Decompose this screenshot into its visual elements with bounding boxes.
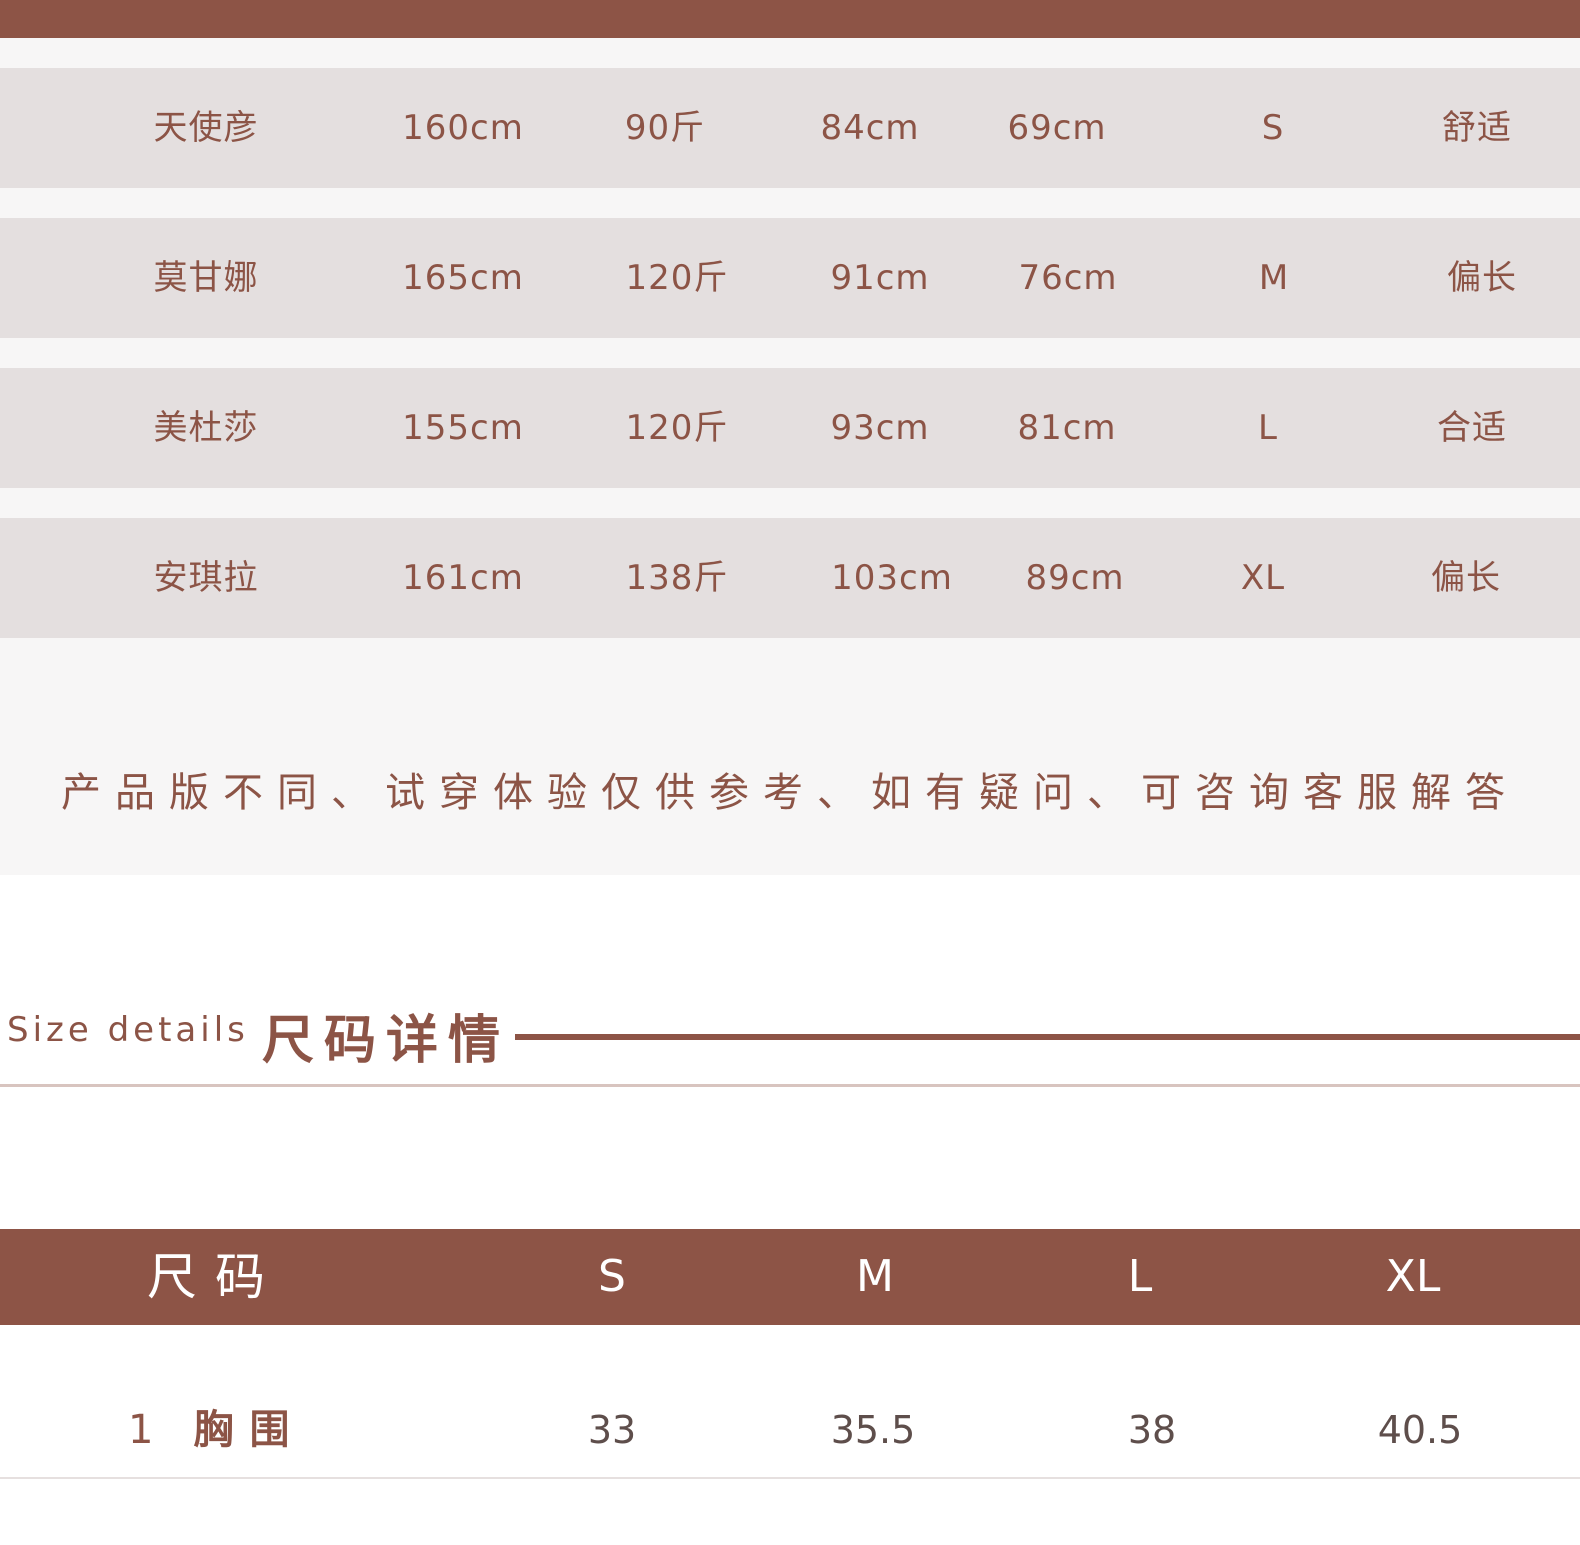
value-m: 35.5 (830, 1408, 916, 1452)
row-divider (0, 1477, 1580, 1479)
header-size-m: M (856, 1251, 894, 1302)
section-divider (0, 1084, 1580, 1087)
model-fit: 合适 (1437, 408, 1507, 448)
value-l: 38 (1127, 1408, 1177, 1452)
model-fit: 偏长 (1447, 258, 1517, 298)
table-row: 美杜莎 155cm 120斤 93cm 81cm L 合适 (0, 368, 1580, 488)
model-waist: 89cm (1025, 558, 1125, 598)
header-size-label: 尺码 (147, 1248, 283, 1306)
model-weight: 138斤 (625, 558, 729, 598)
table-row: 安琪拉 161cm 138斤 103cm 89cm XL 偏长 (0, 518, 1580, 638)
model-height: 161cm (402, 558, 524, 598)
header-size-xl: XL (1385, 1251, 1441, 1302)
model-height: 165cm (402, 258, 524, 298)
model-size: M (1258, 258, 1290, 298)
header-size-l: L (1127, 1251, 1153, 1302)
model-weight: 120斤 (625, 258, 729, 298)
measurement-index: 1 (128, 1407, 154, 1453)
value-s: 33 (587, 1408, 637, 1452)
model-weight: 90斤 (624, 108, 706, 148)
model-fit: 舒适 (1442, 108, 1512, 148)
model-size: XL (1240, 558, 1286, 598)
model-bust: 91cm (830, 258, 930, 298)
model-size: S (1261, 108, 1285, 148)
model-name: 安琪拉 (153, 558, 259, 598)
model-bust: 103cm (831, 558, 953, 598)
measurement-label: 1 胸围 (128, 1380, 305, 1480)
model-name: 莫甘娜 (153, 258, 259, 298)
model-waist: 76cm (1018, 258, 1118, 298)
size-details-title-en: Size details (7, 1010, 249, 1050)
title-divider (515, 1034, 1580, 1040)
model-size: L (1258, 408, 1278, 448)
size-table-header: 尺码 S M L XL (0, 1229, 1580, 1325)
model-name: 美杜莎 (153, 408, 259, 448)
top-accent-bar (0, 0, 1580, 38)
table-row: 莫甘娜 165cm 120斤 91cm 76cm M 偏长 (0, 218, 1580, 338)
model-waist: 81cm (1017, 408, 1117, 448)
value-xl: 40.5 (1377, 1408, 1463, 1452)
model-name: 天使彦 (153, 108, 259, 148)
measurement-name: 胸围 (193, 1407, 306, 1453)
model-weight: 120斤 (625, 408, 729, 448)
model-waist: 69cm (1007, 108, 1107, 148)
model-bust: 84cm (820, 108, 920, 148)
model-fit: 偏长 (1431, 558, 1501, 598)
header-size-s: S (598, 1251, 626, 1302)
table-row: 1 胸围 33 35.5 38 40.5 (0, 1380, 1580, 1480)
disclaimer-note: 产品版不同、试穿体验仅供参考、如有疑问、可咨询客服解答 (61, 770, 1519, 816)
model-height: 155cm (402, 408, 524, 448)
model-bust: 93cm (830, 408, 930, 448)
model-height: 160cm (402, 108, 524, 148)
fit-table-panel: 天使彦 160cm 90斤 84cm 69cm S 舒适 莫甘娜 165cm 1… (0, 38, 1580, 875)
table-row: 天使彦 160cm 90斤 84cm 69cm S 舒适 (0, 68, 1580, 188)
size-details-title-cn: 尺码详情 (262, 1011, 511, 1071)
